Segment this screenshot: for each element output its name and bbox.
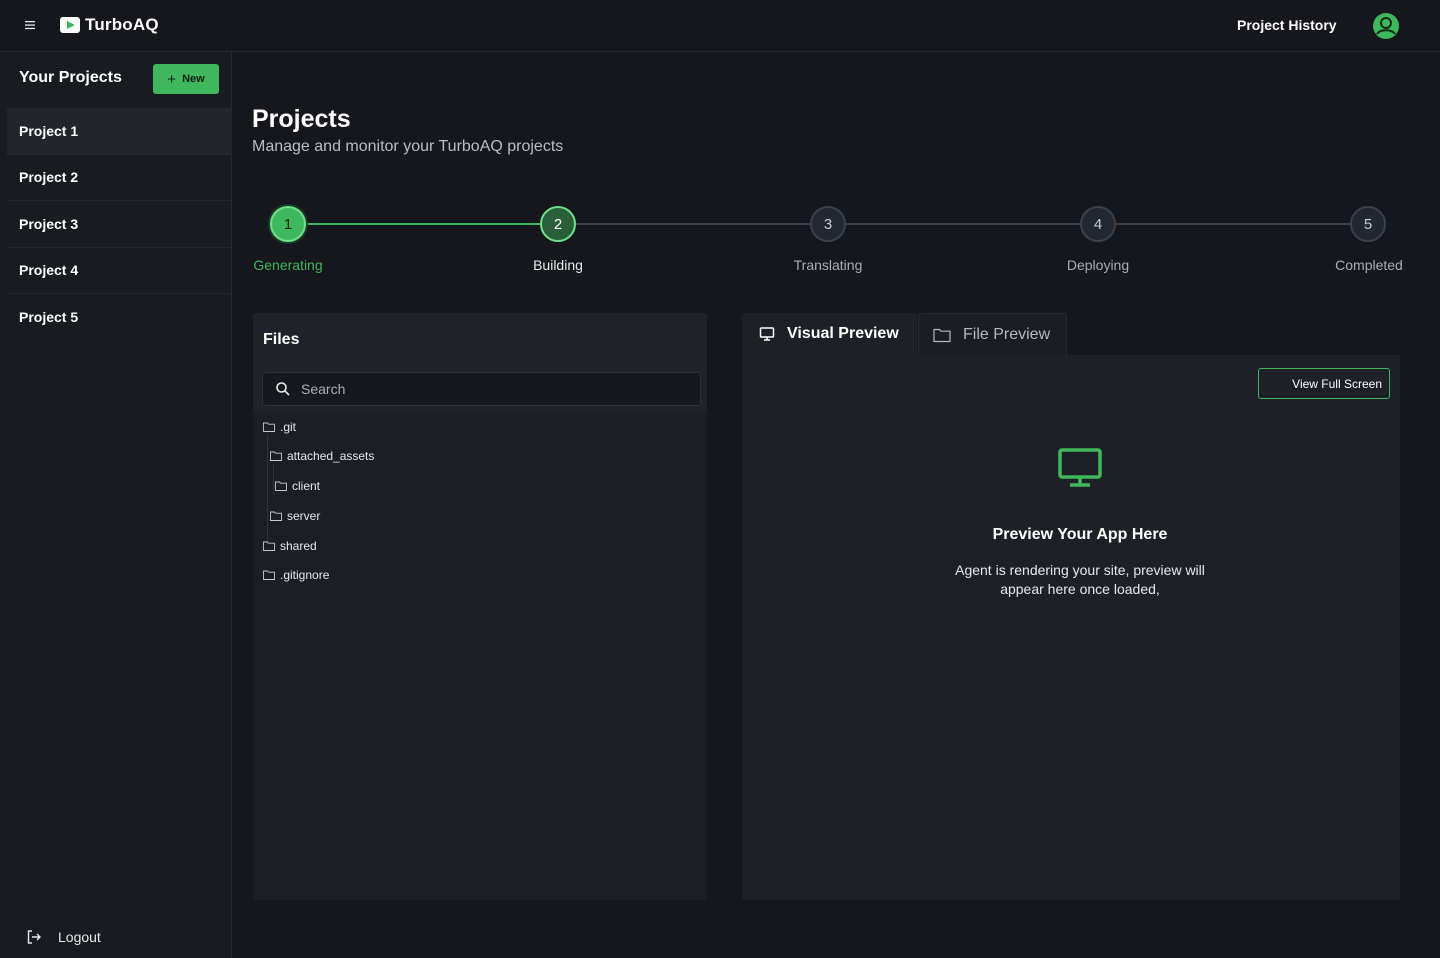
project-label: Project 2 [19, 169, 79, 186]
logout-icon [27, 930, 41, 944]
step-3-label: Translating [793, 257, 863, 273]
sidebar-item-project-1[interactable]: Project 1 [7, 108, 232, 155]
tree-item-label: attached_assets [287, 449, 375, 463]
step-number: 1 [283, 215, 293, 233]
project-label: Project 5 [19, 309, 79, 326]
tree-item-label: server [287, 509, 321, 523]
project-history-link[interactable]: Project History [1237, 17, 1337, 33]
folder-icon [263, 570, 275, 580]
step-4-indicator: 4 [1080, 206, 1116, 242]
top-bar: TurboAQ Project History [0, 0, 1440, 52]
new-project-label: New [182, 73, 205, 85]
tab-label: File Preview [963, 325, 1051, 343]
folder-icon [270, 511, 282, 521]
tree-item-gitignore[interactable]: .gitignore [263, 568, 329, 582]
step-2-label: Building [533, 257, 583, 273]
tab-visual-preview[interactable]: Visual Preview [742, 313, 917, 355]
step-connector [576, 223, 810, 225]
step-number: 2 [553, 215, 563, 233]
tree-item-client[interactable]: client [275, 479, 320, 493]
sidebar-item-project-4[interactable]: Project 4 [7, 248, 232, 294]
step-2-indicator: 2 [540, 206, 576, 242]
tree-item-label: client [292, 479, 321, 493]
step-connector [1116, 223, 1350, 225]
tree-item-git[interactable]: .git [263, 420, 296, 434]
tab-label: Visual Preview [787, 325, 899, 342]
sidebar-item-project-2[interactable]: Project 2 [7, 155, 232, 201]
sidebar-item-project-3[interactable]: Project 3 [7, 201, 232, 248]
folder-icon [263, 422, 275, 432]
plus-icon: + [167, 70, 177, 88]
folder-icon [275, 481, 287, 491]
preview-panel: Visual Preview File Preview View Full Sc… [742, 313, 1400, 900]
project-label: Project 4 [19, 262, 79, 279]
step-5-label: Completed [1335, 257, 1403, 273]
step-number: 4 [1093, 215, 1103, 233]
tree-item-shared[interactable]: shared [263, 539, 317, 553]
sidebar-heading: Your Projects [19, 69, 122, 86]
tab-file-preview[interactable]: File Preview [918, 313, 1067, 355]
step-connector [306, 223, 540, 225]
step-connector [846, 223, 1080, 225]
files-title: Files [263, 331, 300, 348]
tree-item-attached-assets[interactable]: attached_assets [270, 449, 374, 463]
files-header: Files [253, 313, 707, 365]
menu-icon[interactable] [22, 17, 38, 33]
tree-item-label: shared [280, 539, 317, 553]
folder-icon [270, 451, 282, 461]
preview-empty-title: Preview Your App Here [992, 526, 1168, 543]
project-label: Project 1 [19, 122, 79, 139]
user-avatar-icon[interactable] [1372, 12, 1400, 40]
step-number: 3 [823, 215, 833, 233]
sidebar: Your Projects + New Project 1 Project 2 … [0, 52, 232, 958]
view-full-screen-label: View Full Screen [1292, 376, 1382, 391]
step-1-indicator: 1 [270, 206, 306, 242]
view-full-screen-button[interactable]: View Full Screen [1258, 368, 1390, 399]
page-subtitle: Manage and monitor your TurboAQ projects [252, 138, 564, 155]
files-panel: Files .git attached_assets client server [253, 313, 707, 900]
app-logo[interactable]: TurboAQ [59, 14, 159, 36]
project-label: Project 3 [19, 215, 79, 232]
step-1-label: Generating [253, 257, 323, 273]
page-title: Projects [252, 105, 351, 133]
monitor-icon [1058, 448, 1102, 487]
search-input[interactable] [301, 381, 681, 397]
tree-item-label: .gitignore [280, 568, 330, 582]
project-list: Project 1 Project 2 Project 3 Project 4 … [7, 108, 232, 341]
preview-empty-description: Agent is rendering your site, preview wi… [955, 562, 1205, 597]
step-5-indicator: 5 [1350, 206, 1386, 242]
tree-item-label: .git [280, 420, 297, 434]
app-name: TurboAQ [85, 15, 159, 34]
search-icon [276, 382, 290, 396]
preview-tabs: Visual Preview File Preview [742, 313, 1400, 355]
step-number: 5 [1363, 215, 1373, 233]
monitor-icon [759, 327, 775, 341]
logo-icon [60, 17, 80, 33]
logout-button[interactable]: Logout [26, 929, 101, 945]
folder-icon [263, 541, 275, 551]
step-4-label: Deploying [1066, 257, 1130, 273]
new-project-button[interactable]: + New [153, 64, 219, 94]
search-bar [253, 365, 707, 413]
search-box [262, 372, 701, 406]
tree-guide-line [267, 435, 268, 545]
logout-label: Logout [58, 929, 101, 945]
step-3-indicator: 3 [810, 206, 846, 242]
sidebar-item-project-5[interactable]: Project 5 [7, 294, 232, 341]
tree-item-server[interactable]: server [270, 509, 320, 523]
tree-guide-line [273, 465, 274, 495]
folder-icon [933, 328, 951, 342]
